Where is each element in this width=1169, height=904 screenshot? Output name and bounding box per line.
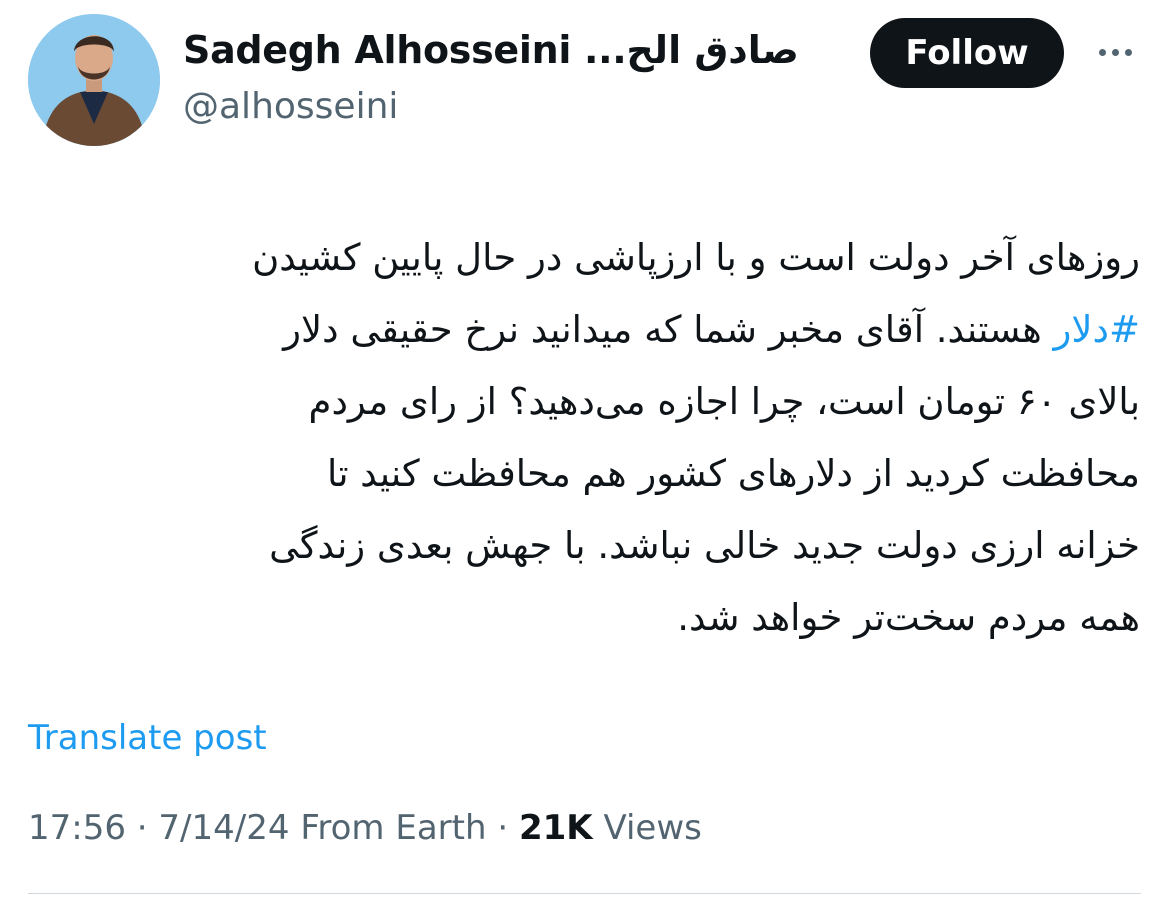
meta-separator: · [497, 808, 509, 848]
tweet-line: بالای ۶۰ تومان است، چرا اجازه می‌دهید؟ ا… [308, 380, 1140, 423]
post-date[interactable]: 7/14/24 [158, 808, 289, 848]
meta-separator: · [136, 808, 148, 848]
more-dot [1098, 48, 1106, 56]
post-time[interactable]: 17:56 [28, 808, 126, 848]
views-label: Views [603, 808, 702, 848]
tweet-line: محافظت کردید از دلارهای کشور هم محافظت ک… [326, 452, 1140, 495]
tweet-line: هستند. آقای مخبر شما که میدانید نرخ حقیق… [283, 308, 1042, 351]
views-count: 21K [518, 808, 593, 848]
tweet-line: خزانه ارزی دولت جدید خالی نباشد. با جهش … [269, 524, 1140, 567]
divider [28, 893, 1141, 894]
avatar[interactable] [28, 14, 160, 146]
user-handle[interactable]: @alhosseini [183, 86, 398, 127]
more-dot [1124, 48, 1132, 56]
more-options-icon[interactable] [1090, 34, 1140, 70]
tweet-line: روزهای آخر دولت است و با ارزپاشی در حال … [252, 236, 1140, 279]
translate-post-link[interactable]: Translate post [28, 718, 267, 758]
tweet-line: همه مردم سخت‌تر خواهد شد. [677, 596, 1140, 639]
follow-button[interactable]: Follow [870, 18, 1064, 88]
post-source: From Earth [300, 808, 487, 848]
more-dot [1111, 48, 1119, 56]
display-name[interactable]: Sadegh Alhosseini ...صادق الح [183, 28, 799, 72]
tweet-line-with-hashtag: #دلار هستند. آقای مخبر شما که میدانید نر… [30, 294, 1140, 366]
tweet-text: روزهای آخر دولت است و با ارزپاشی در حال … [30, 222, 1140, 654]
profile-photo [28, 14, 160, 146]
post-meta: 17:56 · 7/14/24 From Earth · 21K Views [28, 808, 702, 848]
hashtag-link[interactable]: #دلار [1054, 308, 1140, 351]
